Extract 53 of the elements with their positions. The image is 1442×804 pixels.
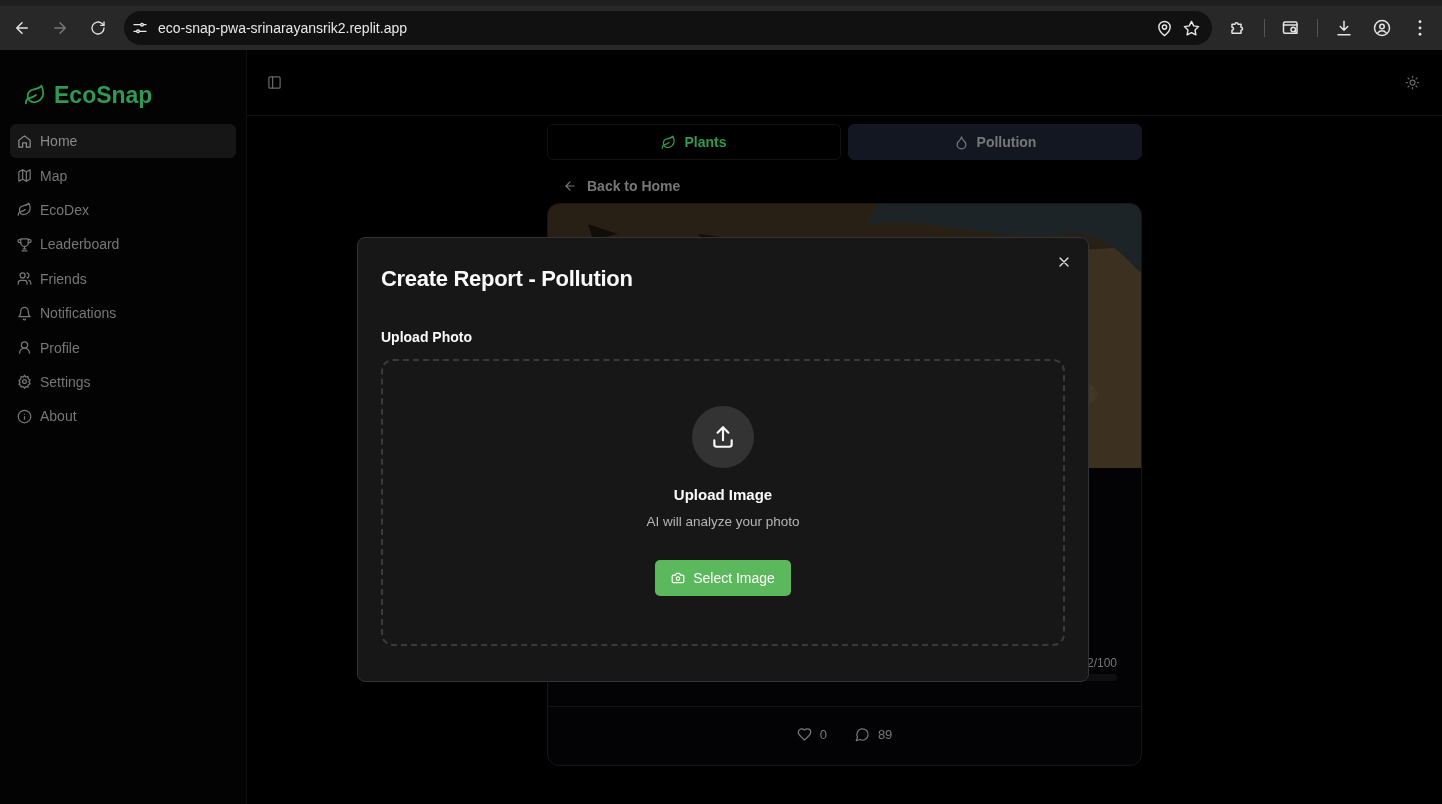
upload-dropzone[interactable]: Upload Image AI will analyze your photo Select Image [381, 359, 1065, 646]
camera-icon [671, 571, 686, 585]
forward-arrow-icon [51, 19, 69, 37]
account-icon [1373, 19, 1391, 37]
app-logo-text: EcoSnap [54, 81, 153, 109]
reload-icon [90, 20, 106, 36]
home-icon [17, 133, 32, 149]
download-icon [1335, 19, 1353, 37]
field-label: Upload Photo [381, 328, 473, 346]
address-bar[interactable]: eco-snap-pwa-srinarayansrik2.replit.app [124, 11, 1212, 45]
nav-item[interactable]: EcoDex [10, 192, 236, 228]
bell-icon [17, 305, 32, 321]
leaf-icon [24, 84, 46, 106]
nav-item[interactable]: Home [10, 124, 236, 159]
url-text: eco-snap-pwa-srinarayansrik2.replit.app [158, 20, 408, 36]
map-icon [17, 168, 32, 184]
upload-icon [710, 424, 736, 450]
back-arrow-icon [563, 179, 577, 193]
nav-item[interactable]: Leaderboard [10, 227, 236, 262]
nav-item[interactable]: About [10, 399, 236, 434]
nav-item[interactable]: Notifications [10, 295, 236, 331]
user-icon [17, 340, 32, 356]
upload-title: Upload Image [673, 486, 773, 503]
heart-icon[interactable] [796, 727, 812, 742]
window-search-icon [1282, 19, 1300, 37]
sun-icon[interactable] [1405, 75, 1420, 90]
back-link[interactable]: Back to Home [563, 177, 681, 195]
leaf-icon [661, 134, 677, 150]
back-arrow-icon [13, 19, 31, 37]
star-icon[interactable] [1183, 19, 1200, 37]
nav-item[interactable]: Profile [10, 330, 236, 365]
comment-count: 89 [877, 727, 893, 742]
people-icon [17, 271, 32, 287]
progress-reading: 2/100 [1086, 656, 1117, 670]
location-pin-icon[interactable] [1156, 19, 1173, 37]
like-count: 0 [819, 727, 827, 742]
nav-item[interactable]: Map [10, 158, 236, 193]
leaf-icon [17, 202, 32, 218]
sidebar-toggle-icon[interactable] [267, 75, 282, 90]
upload-hint: AI will analyze your photo [646, 514, 800, 529]
category-tab[interactable]: Plants [547, 124, 841, 160]
select-image-button[interactable]: Select Image [655, 560, 791, 596]
nav-item[interactable]: Friends [10, 261, 236, 296]
comment-icon[interactable] [854, 727, 870, 742]
drop-icon [953, 134, 969, 150]
category-tab[interactable]: Pollution [848, 124, 1142, 160]
trophy-icon [17, 236, 32, 252]
site-settings-icon [132, 20, 148, 36]
more-menu-icon [1418, 20, 1422, 36]
dialog-title: Create Report - Pollution [381, 265, 634, 293]
nav-item[interactable]: Settings [10, 364, 236, 400]
info-icon [17, 408, 32, 424]
settings-icon [17, 374, 32, 390]
